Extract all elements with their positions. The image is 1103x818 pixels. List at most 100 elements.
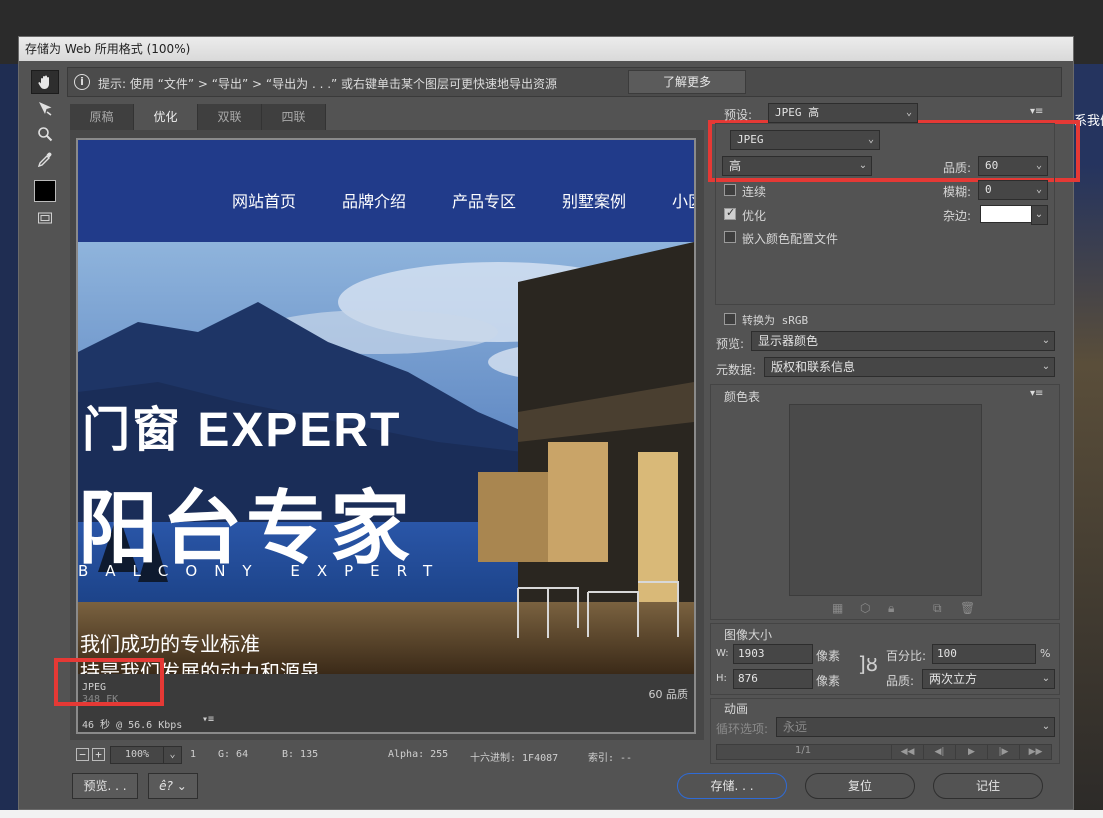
progressive-checkbox[interactable] <box>724 184 736 196</box>
hero-slogan-1: 我们成功的专业标准 <box>80 632 260 656</box>
preview-area: 网站首页 品牌介绍 产品专区 别墅案例 小区 <box>70 130 704 740</box>
slice-select-tool[interactable] <box>31 96 59 120</box>
chevron-down-icon: ⌄ <box>1035 160 1043 171</box>
preview-info: JPEG 348 FK 46 秒 @ 56.6 Kbps ▾≡ 60 品质 <box>78 674 694 732</box>
readout-b: B: 135 <box>282 749 319 760</box>
preset-label: 预设: <box>724 108 753 122</box>
browser-select-button[interactable]: ê? ⌄ <box>148 773 198 799</box>
animation-title: 动画 <box>724 702 749 716</box>
color-table-menu-icon[interactable]: ▾≡ <box>1030 388 1043 399</box>
progressive-label: 连续 <box>742 185 767 199</box>
zoom-in-button[interactable]: + <box>92 748 105 761</box>
color-table-label: 颜色表 <box>724 390 761 404</box>
download-time: 46 秒 @ 56.6 Kbps <box>82 720 183 731</box>
last-frame-button[interactable]: ▶▶ <box>1019 745 1051 759</box>
color-table-lock-icon[interactable]: 🔒︎ <box>888 601 894 616</box>
optimize-menu-icon[interactable]: ▾≡ <box>1030 106 1043 117</box>
matte-label: 杂边: <box>943 209 972 223</box>
constrain-proportions-icon[interactable]: ]ȣ <box>858 652 878 676</box>
matte-color-swatch[interactable] <box>980 205 1032 223</box>
chevron-down-icon: ⌄ <box>1041 673 1051 684</box>
percent-input[interactable]: 100 <box>932 644 1036 664</box>
image-size-title: 图像大小 <box>724 628 773 642</box>
learn-more-button[interactable]: 了解更多 <box>628 70 746 94</box>
optimized-preview[interactable]: 网站首页 品牌介绍 产品专区 别墅案例 小区 <box>76 138 696 734</box>
first-frame-button[interactable]: ◀◀ <box>891 745 923 759</box>
hero-title-1: 门窗 EXPERT <box>82 404 402 457</box>
eyedropper-color-swatch[interactable] <box>34 180 56 202</box>
highlight-box-preview-format <box>54 658 164 706</box>
toggle-slices-visibility[interactable] <box>31 206 59 230</box>
width-input[interactable]: 1903 <box>733 644 813 664</box>
zoom-tool[interactable] <box>31 122 59 146</box>
percent-label: 百分比: <box>886 649 927 663</box>
next-frame-button[interactable]: |▶ <box>987 745 1019 759</box>
loop-options-select[interactable]: 永远 ⌄ <box>776 717 1055 737</box>
quality-input[interactable]: 60 ⌄ <box>978 156 1048 176</box>
preview-in-browser-button[interactable]: 预览. . . <box>72 773 138 799</box>
blur-input[interactable]: 0 ⌄ <box>978 180 1048 200</box>
color-table-map-icon[interactable]: ▦ <box>832 601 843 615</box>
play-button[interactable]: ▶ <box>955 745 987 759</box>
width-label: W: <box>716 648 729 659</box>
preset-value: JPEG 高 <box>775 106 820 119</box>
site-nav-bar: 网站首页 品牌介绍 产品专区 别墅案例 小区 <box>78 140 694 242</box>
loop-options-value: 永远 <box>783 720 808 734</box>
site-nav-home: 网站首页 <box>232 192 297 211</box>
zoom-select[interactable]: 100% ⌄ <box>110 746 182 764</box>
chevron-down-icon: ⌄ <box>1041 721 1051 732</box>
remember-button[interactable]: 记住 <box>933 773 1043 799</box>
quality-level-select[interactable]: 高 ⌄ <box>722 156 872 176</box>
chevron-down-icon: ⌄ <box>1035 184 1043 195</box>
magnifier-icon <box>38 127 53 142</box>
eyedropper-tool[interactable] <box>31 148 59 172</box>
save-button[interactable]: 存储. . . <box>677 773 787 799</box>
animation-controls: 1/1 ◀◀ ◀| ▶ |▶ ▶▶ <box>716 744 1052 760</box>
chevron-down-icon: ⌄ <box>1034 209 1044 220</box>
height-label: H: <box>716 673 727 684</box>
hand-tool[interactable] <box>31 70 59 94</box>
chevron-down-icon: ⌄ <box>905 107 913 118</box>
hero-subtitle: BALCONY EXPERT <box>78 562 450 580</box>
zoom-out-button[interactable]: − <box>76 748 89 761</box>
preset-select[interactable]: JPEG 高 ⌄ <box>768 103 918 123</box>
quality-value: 60 <box>985 159 999 172</box>
reset-button[interactable]: 复位 <box>805 773 915 799</box>
matte-select[interactable]: ⌄ <box>1031 205 1048 225</box>
output-quality: 60 品质 <box>648 688 689 701</box>
loop-options-label: 循环选项: <box>716 722 769 736</box>
quality-label: 品质: <box>943 161 972 175</box>
optimized-checkbox[interactable] <box>724 206 736 220</box>
color-table-web-snap-icon[interactable]: ⬡ <box>860 601 870 615</box>
tab-original[interactable]: 原稿 <box>70 104 134 130</box>
site-nav-brand: 品牌介绍 <box>342 192 407 211</box>
readout-hex: 十六进制: 1F4087 <box>470 753 559 764</box>
site-nav-products: 产品专区 <box>452 192 517 211</box>
color-table-delete-icon[interactable]: 🗑︎ <box>960 601 975 615</box>
slice-select-icon <box>39 102 52 116</box>
readout-alpha: Alpha: 255 <box>388 749 449 760</box>
previous-frame-button[interactable]: ◀| <box>923 745 955 759</box>
hand-icon <box>38 75 49 89</box>
readout-index: 索引: -- <box>588 753 633 764</box>
app-background-left <box>0 64 20 818</box>
tab-2-up[interactable]: 双联 <box>198 104 262 130</box>
dialog-title: 存储为 Web 所用格式 (100%) <box>19 37 1073 61</box>
blur-value: 0 <box>985 183 992 196</box>
browser-icon: ê? <box>159 779 173 793</box>
height-input[interactable]: 876 <box>733 669 813 689</box>
format-value: JPEG <box>737 133 764 146</box>
site-nav-villa-cases: 别墅案例 <box>562 192 627 211</box>
download-speed-menu-icon[interactable]: ▾≡ <box>202 714 214 725</box>
resample-quality-select[interactable]: 两次立方 ⌄ <box>922 669 1055 689</box>
convert-srgb-checkbox[interactable] <box>724 313 736 325</box>
embed-profile-checkbox[interactable] <box>724 231 736 243</box>
tab-optimized[interactable]: 优化 <box>134 104 198 130</box>
preview-color-select[interactable]: 显示器颜色 ⌄ <box>751 331 1055 351</box>
color-table-new-icon[interactable]: ⧉ <box>933 601 942 616</box>
format-select[interactable]: JPEG ⌄ <box>730 130 880 150</box>
tab-4-up[interactable]: 四联 <box>262 104 326 130</box>
chevron-down-icon: ⌄ <box>858 160 868 171</box>
metadata-select[interactable]: 版权和联系信息 ⌄ <box>764 357 1055 377</box>
optimized-label: 优化 <box>742 209 767 223</box>
